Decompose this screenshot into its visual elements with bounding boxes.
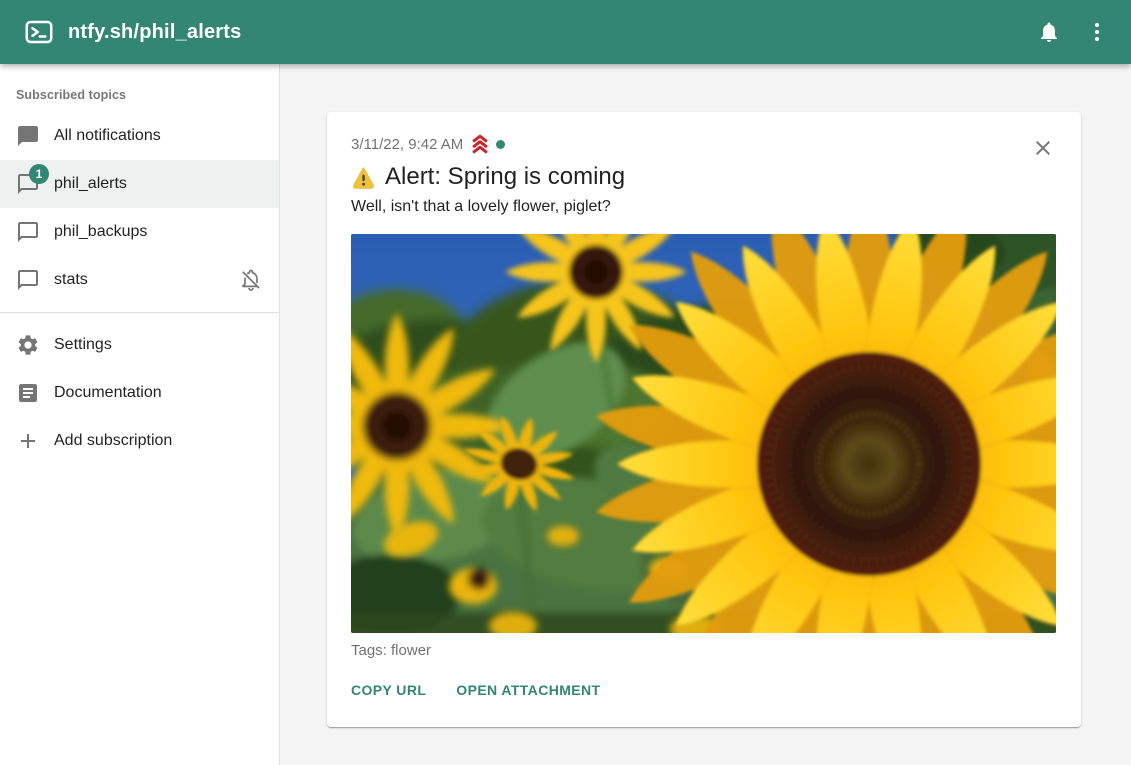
article-icon — [16, 381, 40, 405]
sidebar-item-label: Add subscription — [54, 432, 263, 450]
sidebar-item-phil-alerts[interactable]: 1 phil_alerts — [0, 160, 279, 208]
tags-label: Tags: flower — [351, 642, 1057, 659]
chat-bubble-outline-icon — [16, 268, 40, 292]
notification-actions: COPY URL OPEN ATTACHMENT — [351, 673, 1057, 707]
sidebar-item-add-subscription[interactable]: Add subscription — [0, 417, 279, 465]
sidebar-item-label: All notifications — [54, 127, 263, 145]
sidebar-item-settings[interactable]: Settings — [0, 321, 279, 369]
subscribed-topics-label: Subscribed topics — [0, 64, 279, 112]
unread-dot — [496, 140, 505, 149]
warning-triangle-icon — [351, 165, 376, 190]
gear-icon — [16, 333, 40, 357]
unread-count-badge: 1 — [29, 164, 49, 184]
sidebar-item-stats[interactable]: stats — [0, 256, 279, 304]
close-icon — [1031, 136, 1055, 160]
copy-url-button[interactable]: COPY URL — [351, 673, 434, 707]
main-content: 3/11/22, 9:42 AM — [280, 64, 1131, 765]
bell-off-icon — [239, 268, 263, 292]
notification-title: Alert: Spring is coming — [385, 161, 625, 193]
app-bar: ntfy.sh/phil_alerts — [0, 0, 1131, 64]
open-attachment-button[interactable]: OPEN ATTACHMENT — [448, 673, 608, 707]
notification-meta: 3/11/22, 9:42 AM — [351, 134, 1057, 154]
notification-card: 3/11/22, 9:42 AM — [327, 112, 1081, 727]
sidebar-item-label: phil_alerts — [54, 175, 263, 193]
chat-bubble-outline-icon: 1 — [16, 172, 40, 196]
bell-icon — [1037, 20, 1061, 44]
chat-bubble-filled-icon — [16, 124, 40, 148]
sidebar-item-label: phil_backups — [54, 223, 263, 241]
overflow-menu-button[interactable] — [1073, 8, 1121, 56]
max-priority-icon — [469, 133, 491, 155]
notification-title-row: Alert: Spring is coming — [351, 161, 1057, 193]
sidebar-item-label: Settings — [54, 336, 263, 354]
sidebar: Subscribed topics All notifications 1 ph… — [0, 64, 280, 765]
sidebar-item-all-notifications[interactable]: All notifications — [0, 112, 279, 160]
plus-icon — [16, 429, 40, 453]
kebab-menu-icon — [1085, 20, 1109, 44]
close-notification-button[interactable] — [1029, 134, 1057, 162]
sidebar-divider — [0, 312, 279, 313]
sidebar-item-label: stats — [54, 271, 239, 289]
attachment-image[interactable] — [351, 234, 1056, 633]
chat-bubble-outline-icon — [16, 220, 40, 244]
timestamp: 3/11/22, 9:42 AM — [351, 136, 463, 153]
sunflower-photo — [351, 234, 1056, 633]
terminal-logo-icon — [24, 17, 54, 47]
sidebar-item-phil-backups[interactable]: phil_backups — [0, 208, 279, 256]
notification-body: Well, isn't that a lovely flower, piglet… — [351, 196, 1057, 218]
sidebar-item-documentation[interactable]: Documentation — [0, 369, 279, 417]
notifications-bell-button[interactable] — [1025, 8, 1073, 56]
sidebar-item-label: Documentation — [54, 384, 263, 402]
page-title: ntfy.sh/phil_alerts — [68, 21, 241, 44]
